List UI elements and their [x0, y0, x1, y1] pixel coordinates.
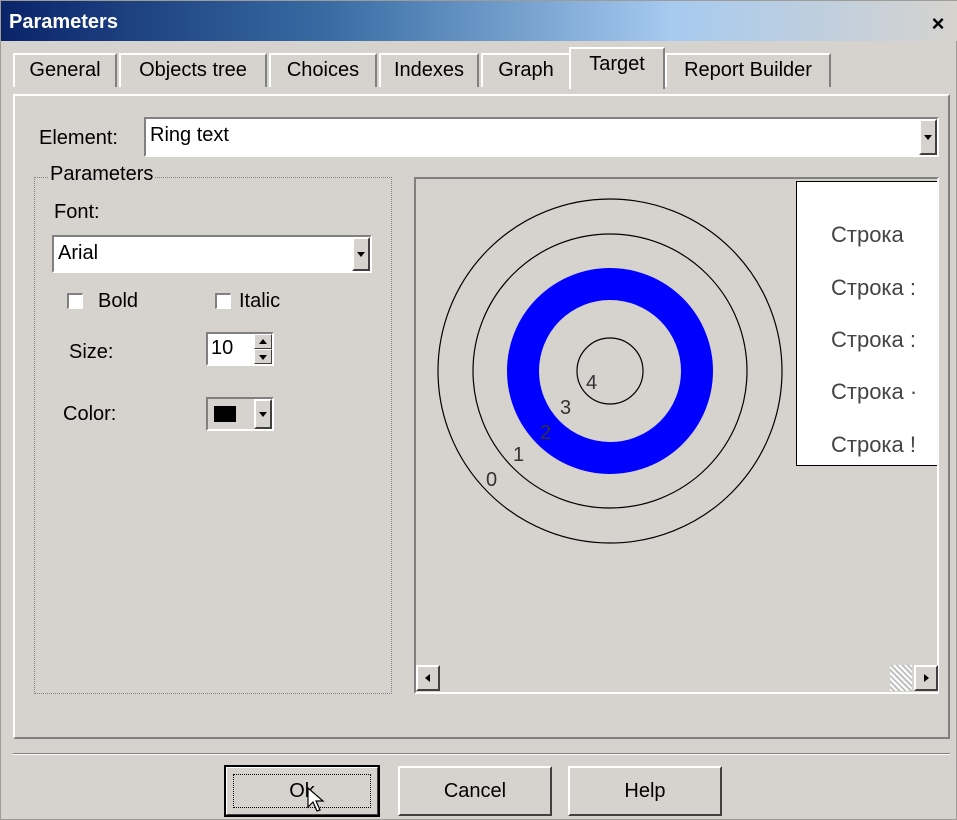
- footer-divider: [13, 753, 950, 755]
- size-label: Size:: [69, 341, 114, 363]
- italic-label: Italic: [239, 290, 281, 312]
- element-select[interactable]: Ring text: [144, 117, 939, 157]
- legend-item: Строка !: [831, 432, 917, 457]
- target-preview: 0 1 2 3 4 Строка Строка : Строка : Строк…: [414, 177, 939, 694]
- color-label: Color:: [63, 403, 117, 425]
- tab-objects-tree[interactable]: Objects tree: [119, 53, 267, 87]
- tab-choices[interactable]: Choices: [269, 53, 377, 87]
- chevron-down-icon[interactable]: [254, 399, 272, 429]
- scroll-right-icon[interactable]: [914, 665, 938, 691]
- parameters-dialog: Parameters × General Objects tree Choice…: [0, 0, 957, 820]
- legend-item: Строка ·: [831, 379, 918, 404]
- bold-label: Bold: [98, 290, 139, 312]
- font-label: Font:: [54, 201, 100, 223]
- size-spinner[interactable]: 10: [206, 332, 274, 366]
- title-bar[interactable]: Parameters ×: [1, 1, 957, 41]
- tab-strip: General Objects tree Choices Indexes Gra…: [13, 45, 943, 95]
- ring-label-2: 2: [540, 422, 551, 444]
- legend-item: Строка :: [831, 275, 917, 300]
- scrollbar-track[interactable]: [440, 665, 914, 691]
- legend-item: Строка :: [831, 327, 917, 352]
- ring-label-1: 1: [513, 444, 524, 466]
- window-title: Parameters: [9, 11, 118, 33]
- tab-indexes[interactable]: Indexes: [379, 53, 479, 87]
- ring-4: [576, 337, 644, 405]
- mouse-cursor-icon: [307, 787, 325, 812]
- chevron-down-icon[interactable]: [919, 119, 937, 155]
- legend-item: Строка: [831, 222, 904, 247]
- scroll-left-icon[interactable]: [416, 665, 440, 691]
- tab-graph[interactable]: Graph: [481, 53, 571, 87]
- horizontal-scrollbar[interactable]: [416, 665, 938, 692]
- font-value: Arial: [58, 242, 99, 264]
- bold-checkbox[interactable]: [67, 293, 83, 309]
- tab-report-builder[interactable]: Report Builder: [665, 53, 831, 87]
- help-button[interactable]: Help: [568, 766, 722, 816]
- close-icon[interactable]: ×: [926, 13, 950, 35]
- legend-box: Строка Строка : Строка : Строка · Строка…: [796, 181, 937, 466]
- tab-target[interactable]: Target: [569, 47, 665, 89]
- parameters-group-title: Parameters: [48, 163, 156, 186]
- ring-label-0: 0: [486, 469, 497, 491]
- ring-label-3: 3: [560, 397, 571, 419]
- element-label: Element:: [39, 127, 118, 149]
- size-value: 10: [211, 337, 234, 359]
- color-picker[interactable]: [206, 397, 274, 431]
- spin-down-icon[interactable]: [254, 349, 272, 364]
- spin-up-icon[interactable]: [254, 334, 272, 349]
- ring-0: [437, 198, 783, 544]
- element-value: Ring text: [150, 124, 229, 146]
- chevron-down-icon[interactable]: [352, 237, 370, 271]
- color-swatch: [214, 406, 236, 422]
- cancel-button[interactable]: Cancel: [398, 766, 552, 816]
- ok-button[interactable]: Ok: [224, 765, 380, 817]
- scrollbar-thumb[interactable]: [890, 665, 912, 691]
- tab-general[interactable]: General: [13, 53, 117, 87]
- italic-checkbox[interactable]: [215, 293, 231, 309]
- ring-label-4: 4: [586, 372, 597, 394]
- font-select[interactable]: Arial: [52, 235, 372, 273]
